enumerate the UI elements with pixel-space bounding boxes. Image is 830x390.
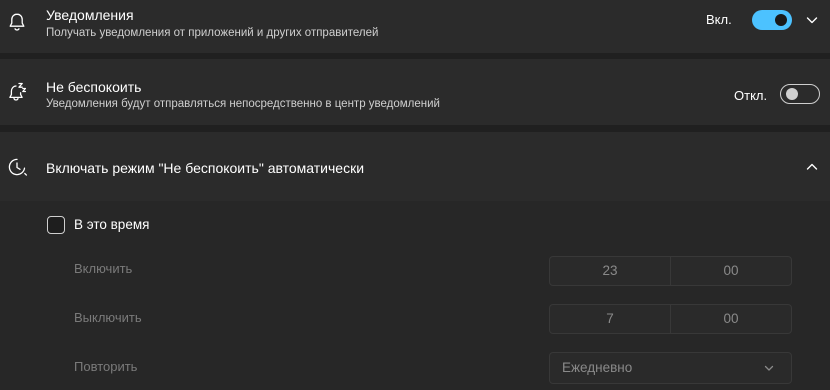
- notifications-subtitle: Получать уведомления от приложений и дру…: [46, 27, 379, 39]
- notifications-toggle[interactable]: [752, 10, 792, 30]
- auto-dnd-header[interactable]: Включать режим "Не беспокоить" автоматич…: [0, 132, 830, 201]
- turn-off-time-picker[interactable]: 7 00: [549, 304, 792, 334]
- turn-on-hour[interactable]: 23: [550, 257, 670, 285]
- notifications-card[interactable]: Уведомления Получать уведомления от прил…: [0, 0, 830, 53]
- toggle-knob: [786, 88, 798, 100]
- turn-off-minute[interactable]: 00: [670, 305, 791, 333]
- notifications-state-label: Вкл.: [706, 12, 732, 27]
- toggle-knob: [775, 14, 787, 26]
- do-not-disturb-title: Не беспокоить: [46, 79, 142, 95]
- chevron-down-icon[interactable]: [804, 12, 820, 28]
- repeat-value: Ежедневно: [562, 360, 633, 375]
- turn-on-time-picker[interactable]: 23 00: [549, 256, 792, 286]
- do-not-disturb-card: Не беспокоить Уведомления будут отправля…: [0, 59, 830, 125]
- clock-icon: [6, 156, 28, 178]
- turn-off-hour[interactable]: 7: [550, 305, 670, 333]
- do-not-disturb-state-label: Откл.: [734, 88, 768, 103]
- notifications-title: Уведомления: [46, 7, 134, 23]
- notifications-settings-page: Уведомления Получать уведомления от прил…: [0, 0, 830, 390]
- bell-zzz-icon: [6, 81, 28, 103]
- chevron-up-icon[interactable]: [804, 159, 820, 175]
- during-time-label[interactable]: В это время: [74, 217, 149, 232]
- auto-dnd-title: Включать режим "Не беспокоить" автоматич…: [46, 160, 365, 176]
- turn-off-label: Выключить: [74, 310, 142, 325]
- during-time-checkbox[interactable]: [47, 216, 65, 234]
- repeat-label: Повторить: [74, 359, 138, 374]
- chevron-down-icon: [761, 360, 777, 376]
- bell-icon: [6, 11, 28, 33]
- do-not-disturb-subtitle: Уведомления будут отправляться непосредс…: [46, 98, 440, 110]
- turn-on-minute[interactable]: 00: [670, 257, 791, 285]
- turn-on-label: Включить: [74, 261, 133, 276]
- do-not-disturb-toggle[interactable]: [780, 84, 820, 104]
- repeat-select[interactable]: Ежедневно: [549, 352, 792, 384]
